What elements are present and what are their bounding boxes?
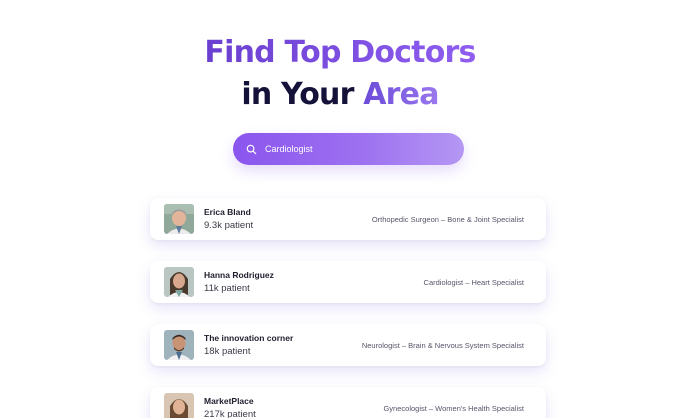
doctor-avatar <box>164 393 194 418</box>
search-icon[interactable] <box>245 143 257 155</box>
doctor-specialty: Neurologist – Brain & Nervous System Spe… <box>361 340 524 350</box>
search-bar[interactable] <box>233 133 464 165</box>
doctor-name: Erica Bland <box>204 207 251 217</box>
doctor-patients: 217k patient <box>204 409 256 418</box>
doctor-specialty: Cardiologist – Heart Specialist <box>423 277 524 287</box>
doctor-specialty: Orthopedic Surgeon – Bone & Joint Specia… <box>371 214 524 224</box>
search-input[interactable] <box>265 144 445 154</box>
hero-title-line1: Find Top Doctors <box>204 35 476 70</box>
doctor-name: Hanna Rodriguez <box>204 270 274 280</box>
doctor-patients: 9.3k patient <box>204 220 254 231</box>
hero-title: Find Top Doctors in Your Area <box>0 32 680 116</box>
doctor-info: MarketPlace 217k patient <box>204 395 256 418</box>
doctor-card[interactable]: MarketPlace 217k patient Gynecologist – … <box>150 387 546 418</box>
doctor-card[interactable]: Erica Bland 9.3k patient Orthopedic Surg… <box>150 198 546 240</box>
doctor-avatar <box>164 330 194 360</box>
doctor-avatar <box>164 267 194 297</box>
hero-title-line2-prefix: in Your <box>241 77 364 112</box>
doctor-specialty: Gynecologist – Women's Health Specialist <box>383 403 524 413</box>
doctor-info: The innovation corner 18k patient <box>204 332 293 358</box>
doctor-name: The innovation corner <box>204 333 294 343</box>
doctor-name: MarketPlace <box>204 396 254 406</box>
doctor-avatar <box>164 204 194 234</box>
doctor-card[interactable]: The innovation corner 18k patient Neurol… <box>150 324 546 366</box>
doctor-patients: 18k patient <box>204 346 251 357</box>
doctor-patients: 11k patient <box>204 283 250 294</box>
doctor-info: Hanna Rodriguez 11k patient <box>204 269 274 295</box>
doctor-card[interactable]: Hanna Rodriguez 11k patient Cardiologist… <box>150 261 546 303</box>
hero-title-line2-accent: Area <box>363 77 439 112</box>
doctor-info: Erica Bland 9.3k patient <box>204 206 253 232</box>
